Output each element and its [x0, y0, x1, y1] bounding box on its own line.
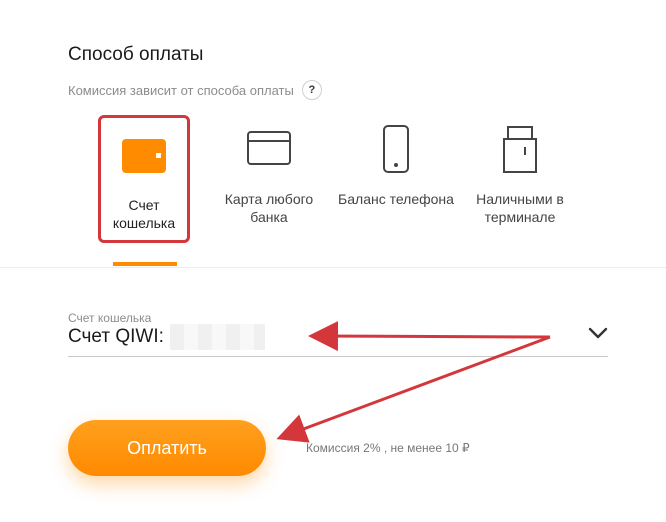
wallet-icon [101, 134, 187, 178]
commission-note: Комиссия 2% , не менее 10 ₽ [306, 441, 470, 455]
help-icon[interactable]: ? [301, 80, 322, 100]
method-terminal-label: Наличными в терминале [476, 191, 564, 225]
method-card-label: Карта любого банка [224, 191, 314, 225]
selected-method-indicator [113, 262, 177, 266]
chevron-down-icon[interactable] [588, 326, 608, 340]
section-divider [0, 267, 666, 268]
annotation-arrow-to-button [276, 335, 551, 443]
wallet-field-label: Счет кошелька [68, 311, 152, 325]
payment-methods: Счет кошелька Карта любого банка Баланс … [98, 112, 578, 268]
blurred-account-number [170, 324, 265, 350]
method-wallet-label: Счет кошелька [112, 197, 176, 231]
wallet-field-underline [68, 356, 608, 357]
commission-hint-text: Комиссия зависит от способа оплаты [68, 82, 294, 98]
phone-icon [350, 124, 442, 174]
annotation-arrow-to-field [308, 321, 551, 352]
method-wallet[interactable]: Счет кошелька [98, 115, 190, 243]
commission-hint: Комиссия зависит от способа оплаты ? [68, 80, 322, 100]
wallet-select[interactable]: Счет QIWI: [68, 326, 164, 348]
terminal-icon [474, 124, 566, 174]
method-card[interactable]: Карта любого банка [223, 112, 315, 242]
card-icon [223, 126, 315, 170]
pay-button[interactable]: Оплатить [68, 420, 266, 476]
method-phone-label: Баланс телефона [338, 191, 454, 207]
page-title: Способ оплаты [68, 44, 204, 65]
method-terminal[interactable]: Наличными в терминале [474, 112, 566, 242]
method-phone[interactable]: Баланс телефона [338, 112, 454, 242]
